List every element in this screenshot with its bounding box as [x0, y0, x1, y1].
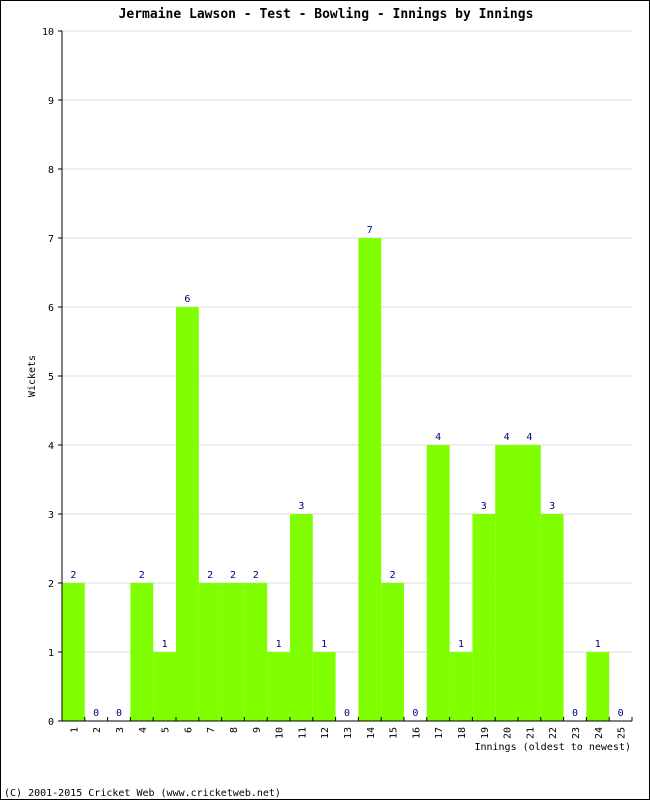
bar	[518, 445, 541, 721]
x-tick-label: 20	[503, 727, 514, 739]
bar	[290, 514, 313, 721]
bar	[62, 583, 85, 721]
bar	[198, 583, 222, 721]
bar	[426, 445, 450, 721]
data-label: 0	[412, 708, 418, 719]
y-tick-label: 8	[48, 165, 54, 176]
x-tick-label: 10	[275, 727, 286, 739]
data-label: 1	[321, 639, 327, 650]
data-label: 4	[435, 432, 441, 443]
chart-title: Jermaine Lawson - Test - Bowling - Innin…	[119, 7, 534, 22]
data-label: 1	[595, 639, 601, 650]
x-tick-label: 25	[617, 727, 628, 739]
y-tick-label: 5	[48, 372, 54, 383]
y-tick-label: 1	[48, 648, 54, 659]
data-label: 2	[70, 570, 76, 581]
data-label: 0	[618, 708, 624, 719]
bar	[244, 583, 268, 721]
chart-frame: Jermaine Lawson - Test - Bowling - Innin…	[0, 0, 650, 800]
bar	[312, 652, 336, 721]
x-tick-label: 17	[434, 727, 445, 739]
x-tick-label: 21	[525, 727, 536, 739]
y-tick-label: 4	[48, 441, 54, 452]
bar	[153, 652, 176, 721]
bar	[267, 652, 290, 721]
data-label: 1	[162, 639, 168, 650]
footer-copyright: (C) 2001-2015 Cricket Web (www.cricketwe…	[4, 788, 281, 799]
bar-chart: Jermaine Lawson - Test - Bowling - Innin…	[4, 7, 633, 799]
y-tick-label: 9	[48, 96, 54, 107]
y-axis-label: Wickets	[27, 355, 38, 397]
x-tick-label: 24	[594, 727, 605, 739]
y-tick-label: 7	[48, 234, 54, 245]
x-tick-label: 15	[389, 727, 400, 739]
x-tick-label: 23	[571, 727, 582, 739]
x-tick-label: 13	[343, 727, 354, 739]
x-tick-label: 8	[229, 727, 240, 733]
x-tick-label: 14	[366, 727, 377, 739]
bar	[495, 445, 518, 721]
data-label: 2	[253, 570, 259, 581]
data-label: 2	[139, 570, 145, 581]
y-tick-label: 0	[48, 717, 54, 728]
bar	[449, 652, 473, 721]
data-label: 1	[458, 639, 464, 650]
data-label: 4	[526, 432, 532, 443]
bar	[472, 514, 496, 721]
x-tick-label: 11	[297, 727, 308, 739]
x-tick-label: 2	[92, 727, 103, 733]
x-tick-label: 1	[69, 727, 80, 733]
data-label: 3	[481, 501, 487, 512]
x-tick-label: 9	[252, 727, 263, 733]
bar	[221, 583, 245, 721]
data-label: 2	[207, 570, 213, 581]
bar	[358, 238, 382, 721]
x-tick-label: 22	[548, 727, 559, 739]
x-tick-label: 12	[320, 727, 331, 739]
x-tick-label: 6	[183, 727, 194, 733]
bar	[381, 583, 404, 721]
data-label: 0	[93, 708, 99, 719]
data-label: 7	[367, 225, 373, 236]
bar	[130, 583, 154, 721]
data-label: 2	[230, 570, 236, 581]
x-axis-label: Innings (oldest to newest)	[474, 742, 631, 753]
data-label: 3	[298, 501, 304, 512]
x-tick-label: 3	[115, 727, 126, 733]
data-label: 6	[184, 294, 190, 305]
x-tick-label: 16	[411, 727, 422, 739]
x-tick-label: 7	[206, 727, 217, 733]
y-tick-label: 10	[42, 27, 54, 38]
data-label: 0	[572, 708, 578, 719]
bar	[586, 652, 610, 721]
x-tick-label: 5	[161, 727, 172, 733]
bar	[176, 307, 199, 721]
x-tick-label: 4	[138, 727, 149, 733]
data-label: 4	[504, 432, 510, 443]
data-label: 0	[116, 708, 122, 719]
bar	[540, 514, 564, 721]
x-tick-label: 19	[480, 727, 491, 739]
data-label: 0	[344, 708, 350, 719]
data-label: 3	[549, 501, 555, 512]
y-tick-label: 6	[48, 303, 54, 314]
x-tick-label: 18	[457, 727, 468, 739]
y-tick-label: 3	[48, 510, 54, 521]
data-label: 2	[390, 570, 396, 581]
bars: 2 0 0 2 1 6 2 2 2 1 3 1 0 7 2 0 4 1 3 4 4 3 0 1 0	[62, 225, 624, 721]
y-tick-label: 2	[48, 579, 54, 590]
data-label: 1	[276, 639, 282, 650]
